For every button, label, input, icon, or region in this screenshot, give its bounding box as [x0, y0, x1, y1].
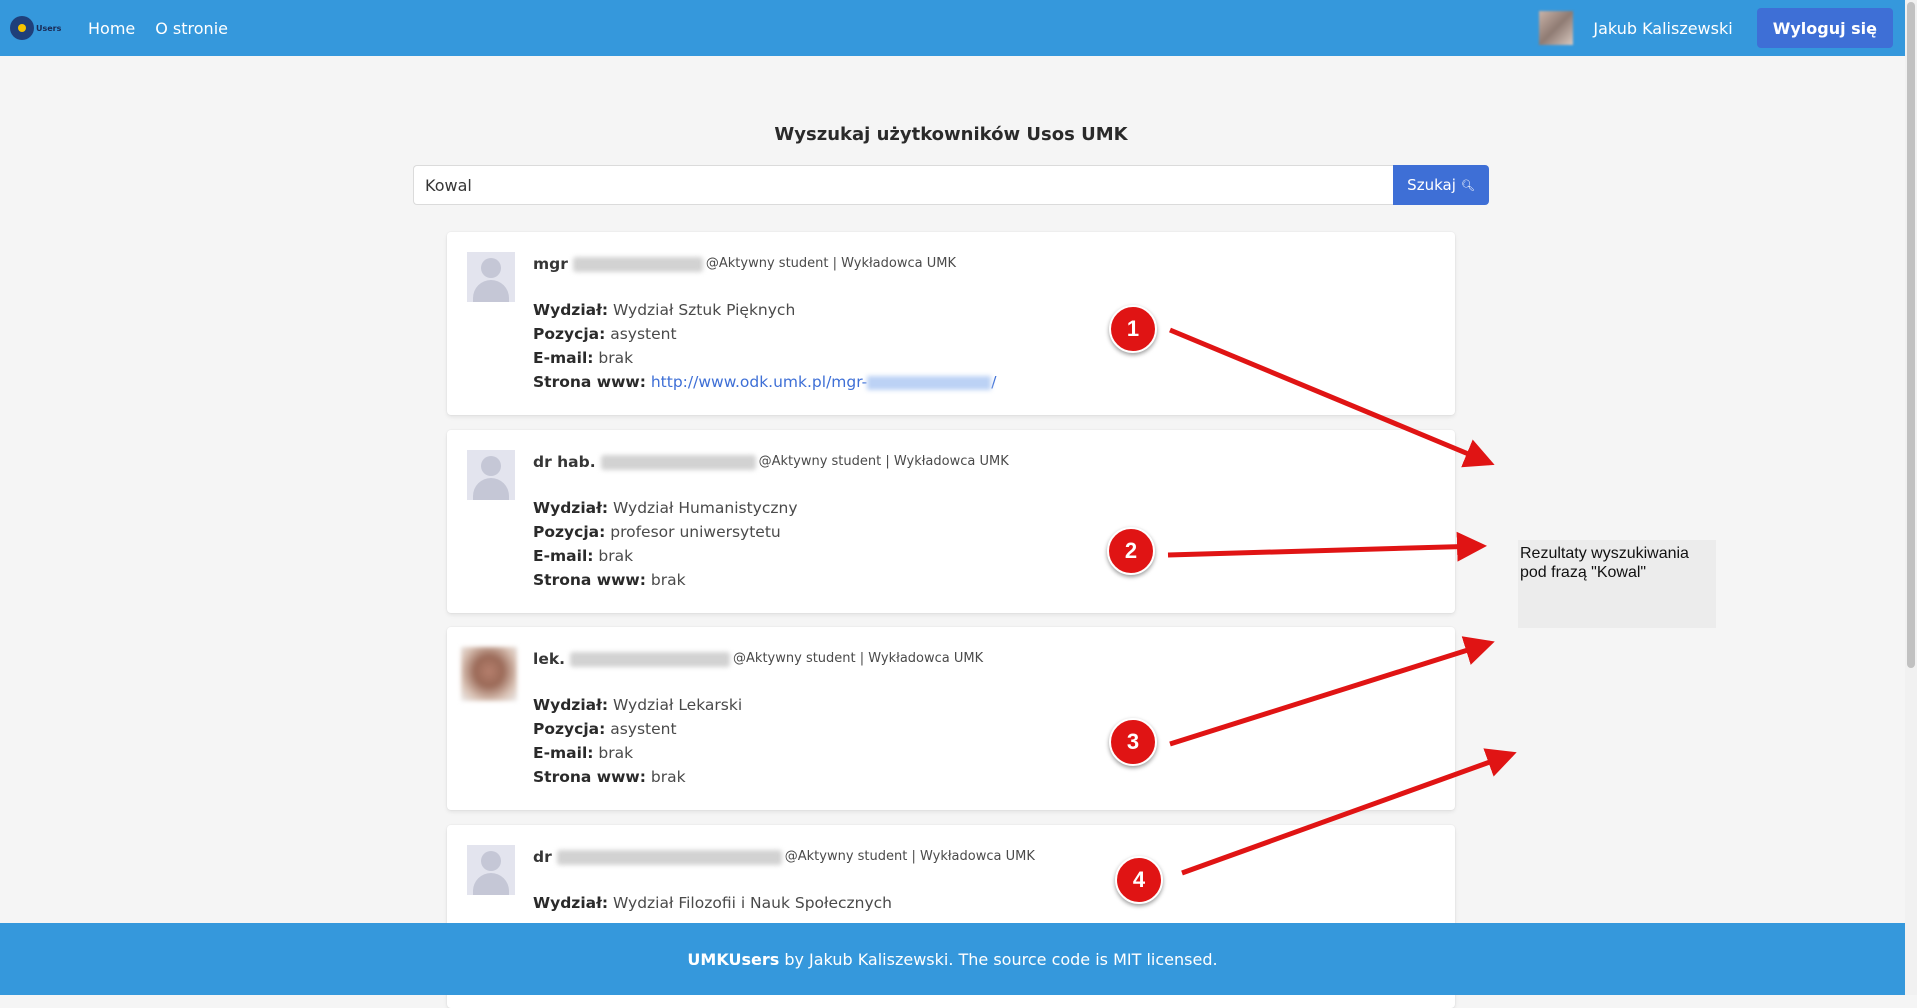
page-footer: UMKUsers by Jakub Kaliszewski. The sourc…	[0, 923, 1905, 995]
arrow-3	[1169, 636, 1495, 747]
arrow-4	[1181, 748, 1517, 876]
annotation-arrows	[1167, 327, 1517, 876]
page-scrollbar[interactable]	[1905, 0, 1917, 995]
scrollbar-thumb[interactable]	[1907, 2, 1915, 668]
footer-text: by Jakub Kaliszewski. The source code is…	[779, 949, 1218, 969]
annotation-badge-3: 3	[1109, 718, 1157, 766]
annotation-badge-1: 1	[1109, 305, 1157, 353]
annotation-badge-4: 4	[1115, 856, 1163, 904]
footer-brand: UMKUsers	[687, 949, 780, 969]
annotation-badge-2: 2	[1107, 527, 1155, 575]
annotation-note: Rezultaty wyszukiwania pod frazą "Kowal"	[1518, 540, 1716, 628]
arrow-2	[1167, 531, 1487, 562]
arrow-1	[1169, 327, 1495, 468]
